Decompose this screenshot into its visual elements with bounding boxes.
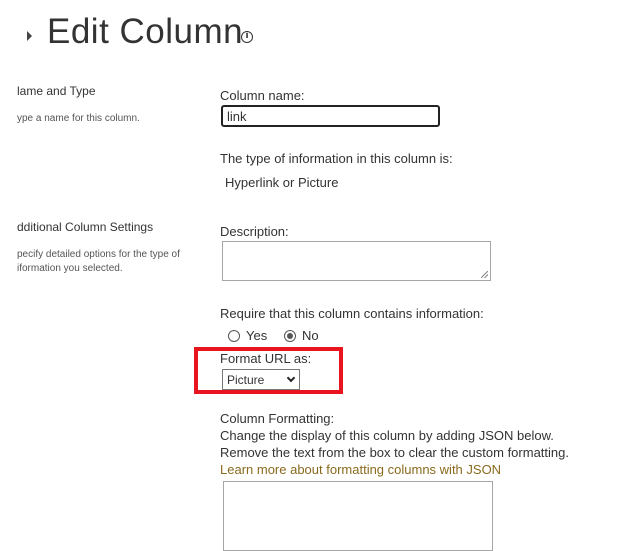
- format-url-selected-value: Picture: [227, 373, 265, 387]
- column-formatting-help-2: Remove the text from the box to clear th…: [220, 445, 569, 460]
- format-url-select[interactable]: Picture: [222, 369, 300, 390]
- section-title-name-type: lame and Type: [17, 84, 96, 98]
- require-yes-radio[interactable]: [228, 330, 240, 342]
- chevron-down-icon: [286, 373, 296, 383]
- require-no-radio[interactable]: [284, 330, 296, 342]
- type-info-value: Hyperlink or Picture: [225, 175, 339, 190]
- learn-more-link[interactable]: Learn more about formatting columns with…: [220, 462, 501, 477]
- column-formatting-label: Column Formatting:: [220, 411, 335, 426]
- json-formatting-textarea[interactable]: [223, 481, 493, 551]
- description-textarea[interactable]: [222, 241, 491, 281]
- expand-arrow-icon: [27, 31, 32, 41]
- page-title: Edit Column: [47, 12, 244, 51]
- type-info-label: The type of information in this column i…: [220, 151, 453, 166]
- require-yes-label[interactable]: Yes: [246, 328, 267, 343]
- section-desc-additional-2: iformation you selected.: [17, 263, 123, 274]
- require-no-label[interactable]: No: [302, 328, 319, 343]
- column-name-label: Column name:: [220, 88, 305, 103]
- description-label: Description:: [220, 224, 289, 239]
- info-icon[interactable]: i: [241, 31, 253, 43]
- section-desc-additional-1: pecify detailed options for the type of: [17, 249, 180, 260]
- column-formatting-help-1: Change the display of this column by add…: [220, 428, 554, 443]
- section-title-additional: dditional Column Settings: [17, 220, 154, 234]
- format-url-label: Format URL as:: [220, 351, 312, 366]
- section-desc-name-type: ype a name for this column.: [17, 113, 140, 124]
- column-name-input[interactable]: [221, 105, 440, 127]
- require-label: Require that this column contains inform…: [220, 306, 484, 321]
- resize-grip-icon[interactable]: [481, 271, 488, 278]
